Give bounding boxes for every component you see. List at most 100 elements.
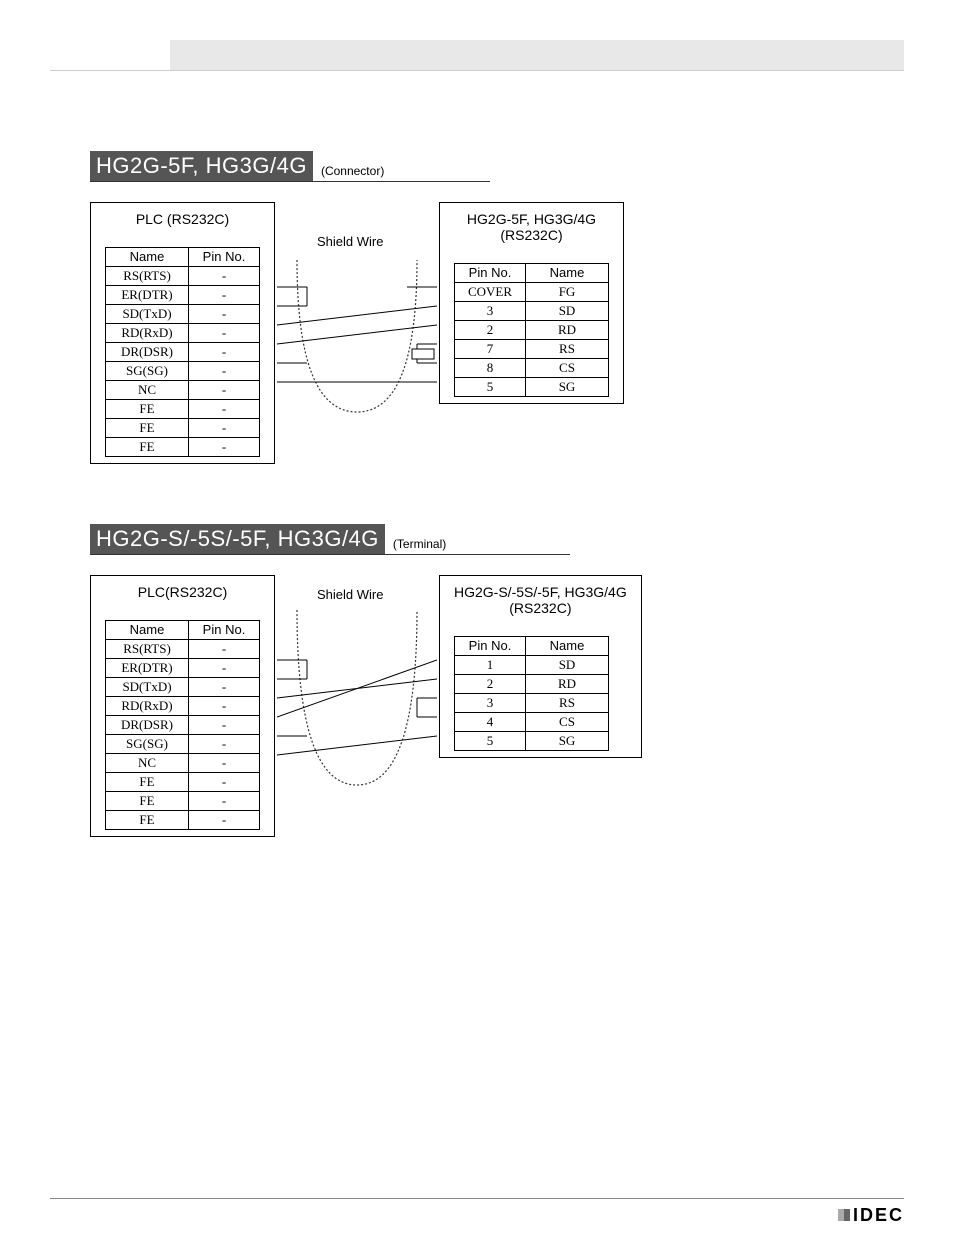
th-pin: Pin No.: [455, 264, 526, 283]
cell: CS: [526, 359, 609, 378]
cell: -: [189, 324, 260, 343]
cell: RS: [526, 694, 609, 713]
cell: -: [189, 716, 260, 735]
hg-title-2b: (RS232C): [509, 600, 571, 616]
th-name: Name: [106, 621, 189, 640]
cell: -: [189, 773, 260, 792]
cell: SD: [526, 302, 609, 321]
cell: 2: [455, 321, 526, 340]
diagram-2: PLC(RS232C) Name Pin No. RS(RTS)- ER(DTR…: [90, 575, 954, 837]
plc-table-1-title: PLC (RS232C): [105, 211, 260, 227]
hg-table-1: HG2G-5F, HG3G/4G (RS232C) Pin No. Name C…: [439, 202, 624, 404]
section2-heading: HG2G-S/-5S/-5F, HG3G/4G (Terminal): [90, 524, 570, 555]
cell: DR(DSR): [106, 716, 189, 735]
cell: -: [189, 343, 260, 362]
th-name: Name: [526, 264, 609, 283]
cell: -: [189, 286, 260, 305]
cell: RD(RxD): [106, 697, 189, 716]
cell: 2: [455, 675, 526, 694]
cell: -: [189, 735, 260, 754]
cell: 1: [455, 656, 526, 675]
hg-table-2-title: HG2G-S/-5S/-5F, HG3G/4G (RS232C): [454, 584, 627, 616]
cell: COVER: [455, 283, 526, 302]
cell: DR(DSR): [106, 343, 189, 362]
cell: -: [189, 419, 260, 438]
hg-title-1b: (RS232C): [500, 227, 562, 243]
plc-table-2-grid: Name Pin No. RS(RTS)- ER(DTR)- SD(TxD)- …: [105, 620, 260, 830]
wire-svg-2: [277, 575, 437, 805]
th-pin: Pin No.: [189, 248, 260, 267]
cell: FE: [106, 419, 189, 438]
cell: CS: [526, 713, 609, 732]
plc-table-1-grid: Name Pin No. RS(RTS)- ER(DTR)- SD(TxD)- …: [105, 247, 260, 457]
plc-table-1: PLC (RS232C) Name Pin No. RS(RTS)- ER(DT…: [90, 202, 275, 464]
th-pin: Pin No.: [189, 621, 260, 640]
cell: SD(TxD): [106, 678, 189, 697]
footer: IDEC: [50, 1198, 904, 1226]
cell: 7: [455, 340, 526, 359]
cell: SG(SG): [106, 735, 189, 754]
cell: -: [189, 678, 260, 697]
cell: 5: [455, 378, 526, 397]
model-badge-1: HG2G-5F, HG3G/4G: [90, 151, 313, 181]
hg-table-1-title: HG2G-5F, HG3G/4G (RS232C): [454, 211, 609, 243]
cell: NC: [106, 754, 189, 773]
cell: SD: [526, 656, 609, 675]
shield-wire-label-2: Shield Wire: [317, 587, 383, 602]
th-name: Name: [526, 637, 609, 656]
cell: SG: [526, 378, 609, 397]
header-band: [50, 40, 904, 71]
cell: RD: [526, 321, 609, 340]
cell: -: [189, 640, 260, 659]
cell: FE: [106, 773, 189, 792]
cell: -: [189, 811, 260, 830]
wire-diagram-1: Shield Wire: [277, 202, 437, 432]
diagram-1: PLC (RS232C) Name Pin No. RS(RTS)- ER(DT…: [90, 202, 954, 464]
cell: -: [189, 381, 260, 400]
hg-table-2-grid: Pin No. Name 1SD 2RD 3RS 4CS 5SG: [454, 636, 609, 751]
cell: FE: [106, 400, 189, 419]
plc-table-2: PLC(RS232C) Name Pin No. RS(RTS)- ER(DTR…: [90, 575, 275, 837]
cell: -: [189, 659, 260, 678]
shield-wire-label-1: Shield Wire: [317, 234, 383, 249]
th-name: Name: [106, 248, 189, 267]
cell: -: [189, 305, 260, 324]
cell: -: [189, 400, 260, 419]
cell: RD: [526, 675, 609, 694]
badge-suffix-2: (Terminal): [393, 537, 446, 551]
cell: -: [189, 267, 260, 286]
wire-diagram-2: Shield Wire: [277, 575, 437, 805]
cell: -: [189, 792, 260, 811]
cell: -: [189, 697, 260, 716]
cell: SG(SG): [106, 362, 189, 381]
cell: ER(DTR): [106, 286, 189, 305]
cell: RS(RTS): [106, 267, 189, 286]
badge-suffix-1: (Connector): [321, 164, 384, 178]
cell: 4: [455, 713, 526, 732]
hg-title-2a: HG2G-S/-5S/-5F, HG3G/4G: [454, 584, 627, 600]
cell: FE: [106, 438, 189, 457]
cell: SD(TxD): [106, 305, 189, 324]
cell: RD(RxD): [106, 324, 189, 343]
cell: FG: [526, 283, 609, 302]
model-badge-2: HG2G-S/-5S/-5F, HG3G/4G: [90, 524, 385, 554]
section1-heading: HG2G-5F, HG3G/4G (Connector): [90, 151, 490, 182]
th-pin: Pin No.: [455, 637, 526, 656]
logo-text: IDEC: [853, 1205, 904, 1225]
cell: -: [189, 754, 260, 773]
plc-table-2-title: PLC(RS232C): [105, 584, 260, 600]
cell: FE: [106, 811, 189, 830]
hg-title-1a: HG2G-5F, HG3G/4G: [467, 211, 596, 227]
cell: ER(DTR): [106, 659, 189, 678]
cell: RS: [526, 340, 609, 359]
cell: 3: [455, 694, 526, 713]
hg-table-2: HG2G-S/-5S/-5F, HG3G/4G (RS232C) Pin No.…: [439, 575, 642, 758]
logo-square-icon: [838, 1209, 850, 1221]
cell: FE: [106, 792, 189, 811]
cell: 8: [455, 359, 526, 378]
cell: RS(RTS): [106, 640, 189, 659]
hg-table-1-grid: Pin No. Name COVERFG 3SD 2RD 7RS 8CS 5SG: [454, 263, 609, 397]
brand-logo: IDEC: [838, 1205, 904, 1226]
cell: 5: [455, 732, 526, 751]
cell: SG: [526, 732, 609, 751]
